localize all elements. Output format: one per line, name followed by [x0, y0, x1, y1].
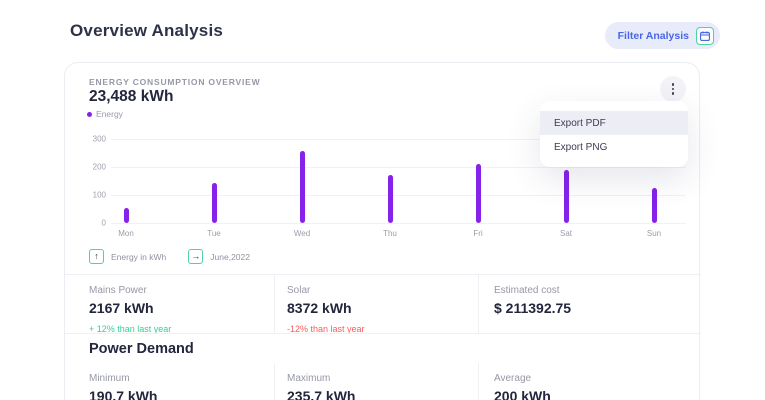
stat-label: Average [494, 373, 701, 384]
card-section-label: ENERGY CONSUMPTION OVERVIEW [89, 77, 260, 87]
filter-analysis-label: Filter Analysis [618, 30, 689, 42]
chart-bar[interactable] [476, 164, 481, 223]
stat-maximum: Maximum 235.7 kWh [274, 363, 479, 400]
page-title: Overview Analysis [70, 21, 223, 41]
arrow-up-icon: ↑ [89, 249, 104, 264]
power-stats-row: Mains Power 2167 kWh + 12% than last yea… [65, 275, 701, 334]
stat-value: 190.7 kWh [89, 388, 274, 400]
x-axis-label: Thu [370, 229, 410, 238]
stat-value: $ 211392.75 [494, 300, 701, 316]
chart-bar[interactable] [388, 175, 393, 223]
stat-solar: Solar 8372 kWh -12% than last year [274, 275, 479, 334]
y-axis-tick: 0 [65, 219, 106, 228]
divider [65, 333, 701, 334]
x-axis-label: Fri [458, 229, 498, 238]
gridline [111, 195, 686, 196]
chart-bar[interactable] [124, 208, 129, 223]
chart-bar[interactable] [300, 151, 305, 223]
menu-item-export-pdf[interactable]: Export PDF [540, 111, 688, 135]
chart-legend: Energy [87, 109, 123, 119]
date-range-chip[interactable]: → June,2022 [188, 249, 250, 264]
chart-bar[interactable] [564, 170, 569, 223]
overview-analysis-page: Overview Analysis Filter Analysis ENERGY… [0, 0, 765, 400]
chart-bar[interactable] [652, 188, 657, 223]
stat-value: 2167 kWh [89, 300, 274, 316]
menu-item-export-png[interactable]: Export PNG [540, 135, 688, 159]
stat-label: Estimated cost [494, 285, 701, 296]
kebab-menu-icon [672, 83, 675, 95]
arrow-right-icon: → [188, 249, 203, 264]
stat-value: 235.7 kWh [287, 388, 478, 400]
stat-label: Maximum [287, 373, 478, 384]
date-range-label: June,2022 [210, 252, 250, 262]
stat-value: 200 kWh [494, 388, 701, 400]
stat-label: Solar [287, 285, 478, 296]
legend-dot-icon [87, 112, 92, 117]
y-axis-tick: 300 [65, 135, 106, 144]
stat-label: Minimum [89, 373, 274, 384]
filter-analysis-button[interactable]: Filter Analysis [605, 22, 720, 49]
gridline [111, 167, 686, 168]
x-axis-label: Wed [282, 229, 322, 238]
chart-meta-chips: ↑ Energy in kWh → June,2022 [89, 249, 250, 264]
export-dropdown-menu: Export PDF Export PNG [540, 101, 688, 167]
stat-mains-power: Mains Power 2167 kWh + 12% than last yea… [65, 275, 274, 334]
stat-estimated-cost: Estimated cost $ 211392.75 [479, 275, 701, 334]
stat-label: Mains Power [89, 285, 274, 296]
stat-value: 8372 kWh [287, 300, 478, 316]
total-energy-value: 23,488 kWh [89, 88, 173, 106]
y-axis-tick: 100 [65, 191, 106, 200]
stat-minimum: Minimum 190.7 kWh [65, 363, 274, 400]
y-axis-tick: 200 [65, 163, 106, 172]
x-axis-label: Sat [546, 229, 586, 238]
energy-unit-chip[interactable]: ↑ Energy in kWh [89, 249, 166, 264]
x-axis-label: Tue [194, 229, 234, 238]
power-demand-title: Power Demand [89, 341, 194, 357]
legend-label: Energy [96, 109, 123, 119]
energy-unit-label: Energy in kWh [111, 252, 166, 262]
calendar-icon [696, 27, 714, 45]
card-menu-button[interactable] [660, 76, 686, 102]
stat-average: Average 200 kWh [479, 363, 701, 400]
power-demand-row: Minimum 190.7 kWh Maximum 235.7 kWh Aver… [65, 363, 701, 400]
chart-bar[interactable] [212, 183, 217, 223]
gridline [111, 223, 686, 224]
x-axis-label: Sun [634, 229, 674, 238]
x-axis-label: Mon [106, 229, 146, 238]
